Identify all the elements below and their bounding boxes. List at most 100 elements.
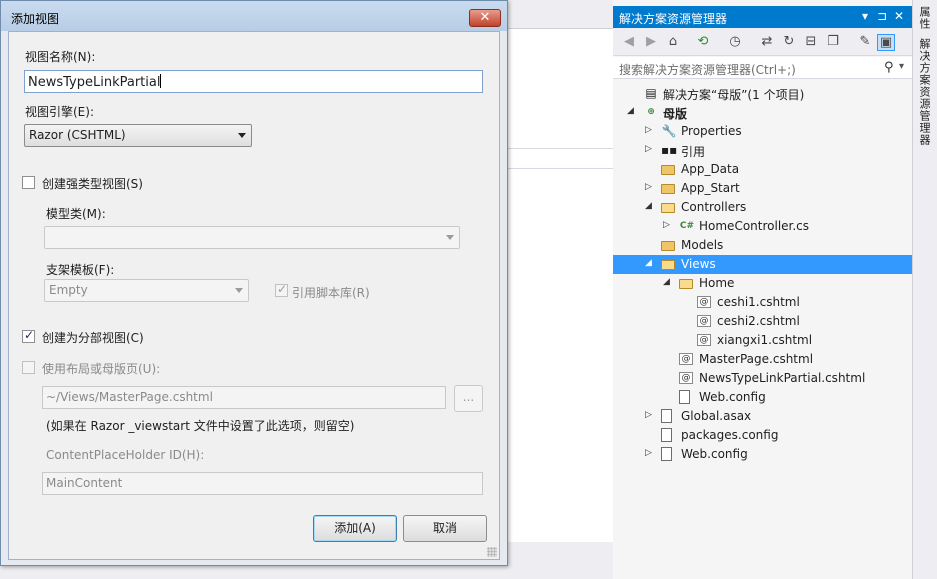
tree-item[interactable]: App_Data: [613, 160, 912, 179]
resize-grip[interactable]: [487, 547, 497, 557]
use-layout-checkbox[interactable]: [22, 361, 35, 374]
tree-item[interactable]: ◢ Views: [613, 255, 912, 274]
collapsed-arrow-icon[interactable]: ▷: [645, 182, 655, 194]
add-button-label: 添加(A): [334, 521, 376, 535]
tree-item-label: 母版: [663, 107, 688, 121]
view-name-label: 视图名称(N):: [25, 50, 96, 64]
tree-item-label: App_Data: [681, 162, 740, 176]
solution-explorer-toolbar: ◀ ▶ ⌂ ⟲ ◷ ⇄ ↻ ⊟ ❐ ✎ ▣: [613, 28, 912, 56]
properties-icon[interactable]: ✎: [856, 34, 874, 51]
model-class-select[interactable]: [44, 226, 460, 249]
partial-view-checkbox[interactable]: ✓: [22, 328, 35, 343]
tree-item[interactable]: packages.config: [613, 426, 912, 445]
tree-item[interactable]: @ ceshi2.cshtml: [613, 312, 912, 331]
expanded-arrow-icon[interactable]: ◢: [627, 106, 637, 118]
placeholder-id-value: MainContent: [46, 476, 123, 490]
dialog-body: 视图名称(N): NewsTypeLinkPartial 视图引擎(E): Ra…: [8, 31, 500, 560]
close-icon[interactable]: ✕: [894, 9, 904, 23]
collapsed-arrow-icon[interactable]: ▷: [645, 144, 655, 156]
tree-item-label: Web.config: [699, 390, 766, 404]
editor-document[interactable]: [500, 28, 613, 542]
cancel-button[interactable]: 取消: [403, 515, 487, 542]
tree-item[interactable]: ▷ ▪▪ 引用: [613, 141, 912, 160]
tree-item[interactable]: ▷ Web.config: [613, 445, 912, 464]
tab-solution-explorer[interactable]: 解决方案资源管理器: [916, 38, 932, 146]
chevron-down-icon: [238, 133, 246, 138]
tree-item[interactable]: ◢ ⊕ 母版: [613, 103, 912, 122]
copy-icon[interactable]: ❐: [824, 34, 842, 51]
expanded-arrow-icon[interactable]: ◢: [645, 258, 655, 270]
razor-file-icon: @: [697, 315, 711, 327]
text-caret: [160, 74, 162, 88]
dialog-titlebar[interactable]: 添加视图 ✕: [1, 1, 507, 31]
collapsed-arrow-icon[interactable]: ▷: [645, 125, 655, 137]
add-button[interactable]: 添加(A): [313, 515, 397, 542]
collapse-icon[interactable]: ⊟: [802, 34, 820, 51]
add-view-dialog: 添加视图 ✕ 视图名称(N): NewsTypeLinkPartial 视图引擎…: [0, 0, 508, 566]
view-engine-select[interactable]: Razor (CSHTML): [24, 124, 252, 147]
tree-item[interactable]: ◢ Controllers: [613, 198, 912, 217]
scaffold-label: 支架模板(F):: [46, 263, 115, 277]
placeholder-id-input[interactable]: MainContent: [42, 472, 483, 495]
search-icon[interactable]: ⚲: [884, 60, 894, 75]
solution-explorer-titlebar[interactable]: 解决方案资源管理器 ▾ ⊐ ✕: [613, 6, 912, 28]
view-name-input[interactable]: NewsTypeLinkPartial: [24, 70, 483, 93]
folder-icon: [661, 241, 675, 251]
tree-item[interactable]: ▷ 🔧 Properties: [613, 122, 912, 141]
search-input[interactable]: 搜索解决方案资源管理器(Ctrl+;): [619, 61, 796, 78]
tree-item[interactable]: Models: [613, 236, 912, 255]
placeholder-id-label: ContentPlaceHolder ID(H):: [46, 448, 205, 462]
tree-item-label: Models: [681, 238, 724, 252]
folder-open-icon: [661, 203, 675, 213]
dropdown-icon[interactable]: ▾: [862, 9, 868, 23]
collapsed-arrow-icon[interactable]: ▷: [645, 410, 655, 422]
tab-properties[interactable]: 属性: [916, 6, 932, 30]
tree-item-label: 引用: [681, 145, 706, 159]
forward-icon[interactable]: ▶: [642, 34, 660, 51]
tree-item[interactable]: Web.config: [613, 388, 912, 407]
scaffold-select[interactable]: Empty: [44, 279, 249, 302]
preview-icon[interactable]: ▣: [877, 34, 895, 51]
tree-item[interactable]: ▤ 解决方案“母版”(1 个项目): [613, 84, 912, 103]
pin-icon[interactable]: ⊐: [877, 9, 887, 23]
sync-icon[interactable]: ⟲: [694, 34, 712, 51]
tree-item-label: Properties: [681, 124, 742, 138]
solution-search-box[interactable]: 搜索解决方案资源管理器(Ctrl+;) ⚲ ▾: [613, 57, 912, 79]
tree-item[interactable]: @ MasterPage.cshtml: [613, 350, 912, 369]
refresh-icon[interactable]: ↻: [780, 34, 798, 51]
collapsed-arrow-icon[interactable]: ▷: [645, 448, 655, 460]
tree-item[interactable]: ▷ App_Start: [613, 179, 912, 198]
close-icon: ✕: [479, 10, 491, 25]
config-file-icon: [661, 447, 672, 461]
tree-item[interactable]: ▷ C# HomeController.cs: [613, 217, 912, 236]
wrench-icon: 🔧: [661, 124, 677, 138]
razor-file-icon: @: [697, 296, 711, 308]
tree-item[interactable]: ▷ Global.asax: [613, 407, 912, 426]
tree-item[interactable]: ◢ Home: [613, 274, 912, 293]
history-icon[interactable]: ◷: [726, 34, 744, 51]
switch-icon[interactable]: ⇄: [758, 34, 776, 51]
tree-item[interactable]: @ ceshi1.cshtml: [613, 293, 912, 312]
editor-tab-strip: [500, 0, 613, 28]
config-file-icon: [661, 428, 672, 442]
browse-button-label: ...: [462, 390, 475, 404]
strongly-typed-checkbox[interactable]: [22, 176, 35, 189]
reference-scripts-checkbox[interactable]: ✓: [275, 282, 288, 297]
layout-path-input[interactable]: ~/Views/MasterPage.cshtml: [42, 386, 446, 409]
browse-button[interactable]: ...: [454, 385, 483, 412]
collapsed-arrow-icon[interactable]: ▷: [663, 220, 673, 232]
cancel-button-label: 取消: [432, 521, 457, 535]
expanded-arrow-icon[interactable]: ◢: [645, 201, 655, 213]
expanded-arrow-icon[interactable]: ◢: [663, 277, 673, 289]
home-icon[interactable]: ⌂: [664, 34, 682, 51]
back-icon[interactable]: ◀: [620, 34, 638, 51]
tree-item-label: Home: [699, 276, 735, 290]
view-engine-value: Razor (CSHTML): [29, 128, 126, 142]
tree-item-label: ceshi2.cshtml: [717, 314, 800, 328]
tree-item[interactable]: @ xiangxi1.cshtml: [613, 331, 912, 350]
reference-scripts-label: 引用脚本库(R): [292, 286, 370, 300]
close-button[interactable]: ✕: [469, 9, 501, 27]
tree-item[interactable]: @ NewsTypeLinkPartial.cshtml: [613, 369, 912, 388]
csharp-file-icon: C#: [679, 221, 695, 231]
chevron-down-icon[interactable]: ▾: [899, 61, 904, 72]
